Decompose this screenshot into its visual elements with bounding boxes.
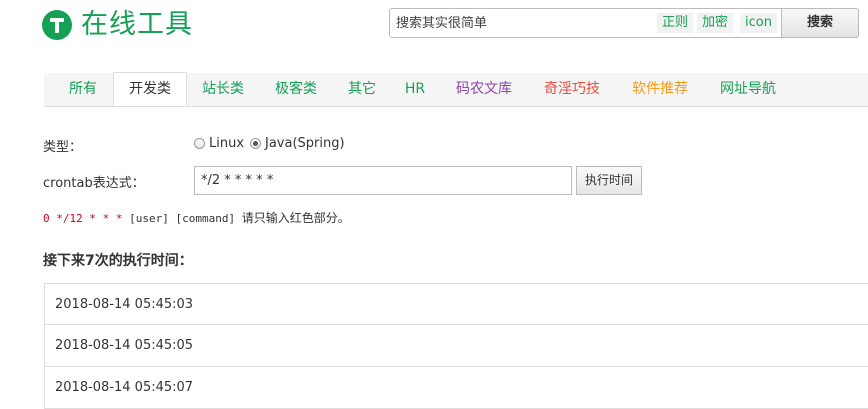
chip-regex[interactable]: 正则 — [657, 13, 694, 33]
radio-linux-icon[interactable] — [194, 138, 205, 149]
radio-java-spring[interactable]: Java(Spring) — [250, 136, 345, 151]
site-logo[interactable]: 在线工具 — [42, 8, 193, 42]
chip-icon[interactable]: icon — [740, 13, 777, 33]
type-label: 类型： — [43, 140, 83, 155]
logo-t-icon — [42, 10, 72, 40]
tab-all[interactable]: 所有 — [54, 73, 112, 106]
crontab-label: crontab表达式： — [43, 176, 145, 191]
tab-hr[interactable]: HR — [394, 73, 436, 106]
result-row: 2018-08-14 05:45:05 — [44, 325, 868, 367]
tab-other[interactable]: 其它 — [336, 73, 388, 106]
results-list: 2018-08-14 05:45:03 2018-08-14 05:45:05 … — [44, 283, 868, 409]
tab-webmaster[interactable]: 站长类 — [189, 73, 257, 106]
hint-note: 请只输入红色部分。 — [241, 211, 350, 225]
search-button[interactable]: 搜索 — [781, 8, 859, 38]
result-row: 2018-08-14 05:45:03 — [44, 283, 868, 325]
tab-navigation[interactable]: 网址导航 — [708, 73, 788, 106]
logo-text: 在线工具 — [81, 9, 193, 40]
search-input[interactable] — [390, 9, 662, 37]
results-title: 接下来7次的执行时间： — [43, 253, 193, 269]
radio-java-spring-icon[interactable] — [250, 138, 261, 149]
hint-mono-part: [user] [command] — [122, 212, 242, 225]
hint-red-part: 0 */12 * * * — [43, 212, 123, 225]
tab-coder-library[interactable]: 码农文库 — [444, 73, 524, 106]
tab-software[interactable]: 软件推荐 — [620, 73, 700, 106]
category-tabs: 所有 开发类 站长类 极客类 其它 HR 码农文库 奇淫巧技 软件推荐 网址导航 — [44, 72, 868, 107]
exec-time-button[interactable]: 执行时间 — [576, 166, 642, 195]
radio-java-spring-label: Java(Spring) — [265, 136, 345, 151]
radio-linux[interactable]: Linux — [194, 136, 244, 151]
tab-dev[interactable]: 开发类 — [113, 72, 187, 106]
search-bar: 正则 加密 icon 搜索 — [389, 8, 859, 38]
hint-text: 0 */12 * * * [user] [command] 请只输入红色部分。 — [43, 209, 350, 226]
chip-encrypt[interactable]: 加密 — [697, 13, 734, 33]
tab-tricks[interactable]: 奇淫巧技 — [532, 73, 612, 106]
radio-linux-label: Linux — [209, 136, 245, 151]
result-row: 2018-08-14 05:45:07 — [44, 367, 868, 409]
crontab-input[interactable] — [194, 166, 572, 195]
tab-geek[interactable]: 极客类 — [260, 73, 332, 106]
